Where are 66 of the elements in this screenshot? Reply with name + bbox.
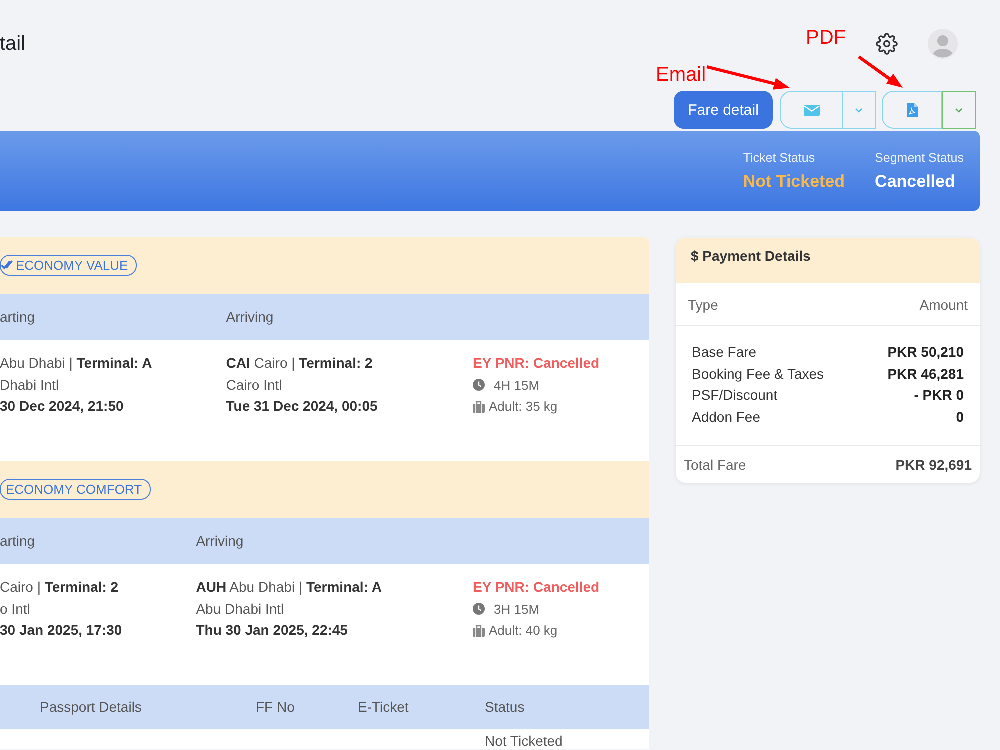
settings-icon[interactable]: [876, 33, 898, 55]
passenger-status: Not Ticketed: [485, 733, 564, 749]
luggage-icon: [473, 624, 485, 637]
column-header: arting: [0, 309, 36, 325]
column-header: FF No: [256, 699, 296, 715]
departure-airport: o Intl: [0, 600, 32, 618]
column-header: Status: [485, 699, 526, 715]
column-header: arting: [0, 533, 36, 549]
baggage-allowance: Adult: 40 kg: [489, 622, 558, 640]
fare-detail-button[interactable]: Fare detail: [674, 91, 773, 129]
pnr-status: EY PNR: Cancelled: [473, 578, 601, 597]
status-value: Cancelled: [875, 172, 956, 192]
email-button[interactable]: [780, 91, 843, 129]
flight-duration: 4H 15M: [494, 376, 540, 394]
double-check-icon: [1, 260, 13, 271]
pdf-button[interactable]: [882, 91, 942, 129]
departure-time: 30 Dec 2024, 21:50: [0, 397, 125, 416]
page-title: tail: [0, 32, 26, 56]
column-header: Arriving: [226, 309, 275, 325]
fee-label: Base Fare: [692, 343, 757, 362]
total-amount: PKR 92,691: [896, 457, 972, 473]
clock-icon: [473, 379, 485, 392]
arrival-airport: Cairo Intl: [226, 376, 284, 394]
flight-duration: 3H 15M: [494, 600, 540, 618]
annotation-label: PDF: [806, 27, 846, 50]
total-label: Total Fare: [684, 457, 746, 473]
status-label: Ticket Status: [743, 151, 816, 165]
arrival-location: AUH Abu Dhabi | Terminal: A: [196, 578, 383, 597]
fee-label: PSF/Discount: [692, 386, 778, 405]
user-avatar[interactable]: [928, 29, 958, 59]
fee-amount: PKR 46,281: [888, 364, 964, 384]
status-label: Segment Status: [875, 151, 964, 165]
fee-label: Addon Fee: [692, 408, 760, 426]
pdf-file-icon: [906, 103, 918, 117]
arrival-airport: Abu Dhabi Intl: [196, 600, 286, 618]
annotation-label: Email: [656, 64, 706, 87]
cabin-class: ECONOMY COMFORT: [6, 482, 142, 497]
arrival-time: Thu 30 Jan 2025, 22:45: [196, 621, 349, 640]
column-header: Arriving: [196, 533, 245, 549]
clock-icon: [473, 603, 485, 616]
status-value: Not Ticketed: [743, 172, 846, 192]
arrival-time: Tue 31 Dec 2024, 00:05: [226, 397, 379, 416]
envelope-icon: [804, 104, 820, 116]
baggage-allowance: Adult: 35 kg: [489, 398, 558, 416]
departure-time: 30 Jan 2025, 17:30: [0, 621, 122, 640]
departure-location: Abu Dhabi | Terminal: A: [0, 354, 152, 373]
pdf-dropdown-button[interactable]: [942, 91, 976, 129]
pnr-status: EY PNR: Cancelled: [473, 354, 601, 373]
departure-airport: Dhabi Intl: [0, 376, 60, 394]
caret-icon: [955, 108, 963, 112]
caret-icon: [855, 108, 863, 112]
fee-amount: 0: [956, 408, 964, 426]
email-dropdown-button[interactable]: [843, 91, 876, 129]
arrival-location: CAI Cairo | Terminal: 2: [226, 354, 374, 373]
departure-location: Cairo | Terminal: 2: [0, 578, 120, 597]
payment-title: $ Payment Details: [691, 248, 811, 264]
column-header: Passport Details: [40, 699, 143, 715]
luggage-icon: [473, 400, 485, 413]
annotation-arrow: [855, 54, 905, 90]
cabin-class: ECONOMY VALUE: [16, 258, 128, 273]
fee-amount: PKR 50,210: [888, 343, 964, 362]
column-header: Amount: [920, 297, 968, 313]
column-header: E-Ticket: [358, 699, 410, 715]
column-header: Type: [688, 297, 718, 313]
fee-label: Booking Fee & Taxes: [692, 364, 824, 384]
fee-amount: - PKR 0: [914, 386, 964, 405]
